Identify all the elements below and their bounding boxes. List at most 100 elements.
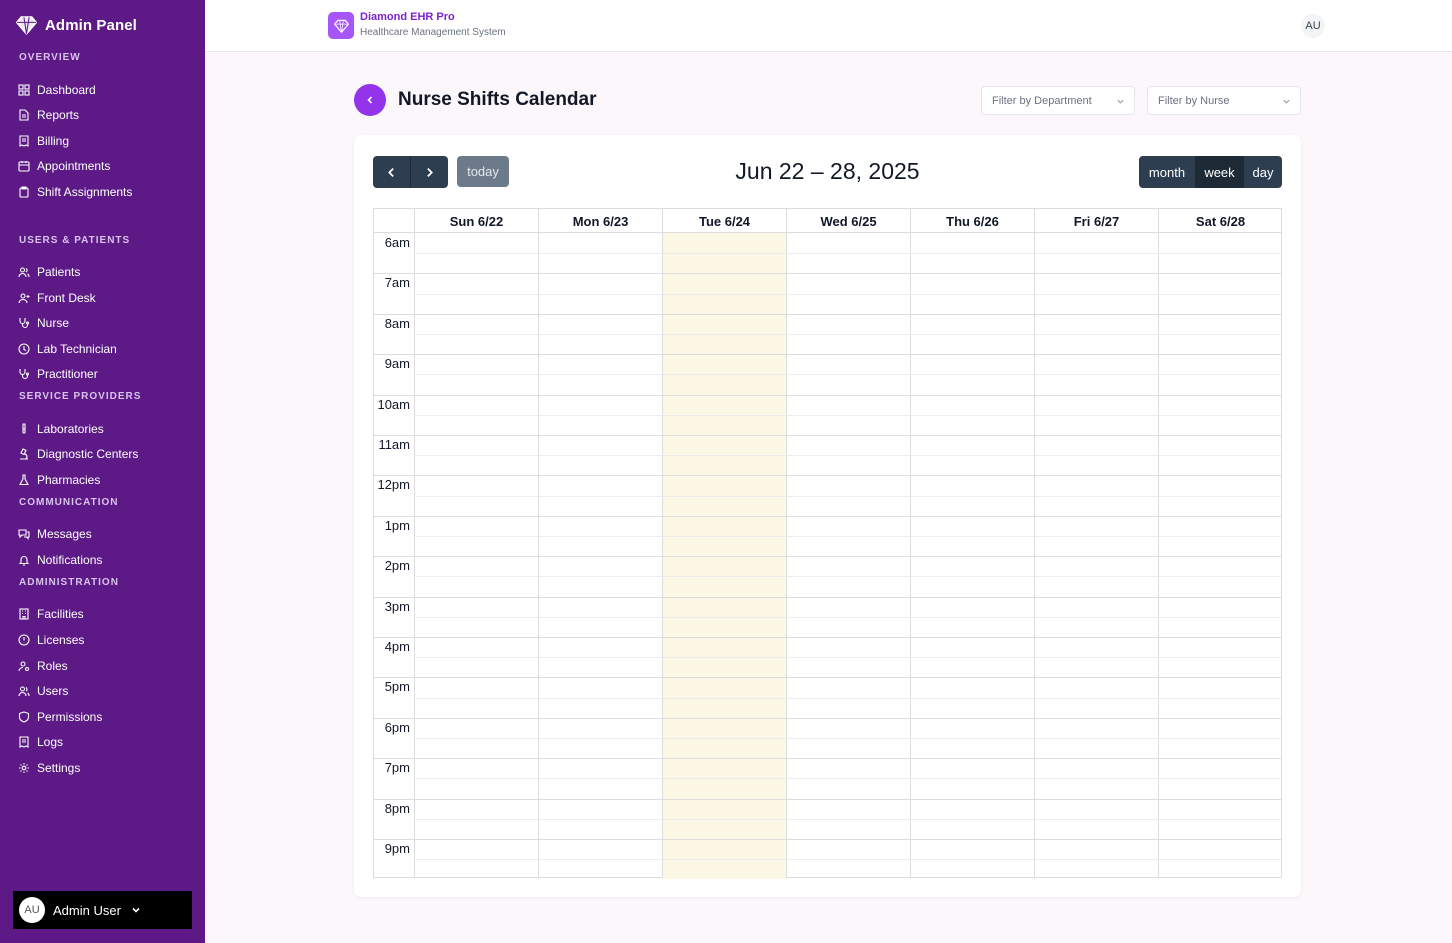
half-hour-divider xyxy=(414,536,1281,537)
sidebar-item-laboratories[interactable]: Laboratories xyxy=(18,419,104,439)
department-filter-select[interactable]: Filter by Department xyxy=(981,86,1135,115)
hour-divider xyxy=(374,637,1281,638)
sidebar-brand[interactable]: Admin Panel xyxy=(16,15,137,35)
sidebar-item-users[interactable]: Users xyxy=(18,681,68,701)
hour-divider xyxy=(374,799,1281,800)
sidebar-item-licenses[interactable]: Licenses xyxy=(18,630,84,650)
hour-divider xyxy=(374,758,1281,759)
sidebar-item-dashboard[interactable]: Dashboard xyxy=(18,80,96,100)
building-icon xyxy=(19,608,29,620)
test-tube-icon xyxy=(22,423,26,434)
section-communication: COMMUNICATION xyxy=(19,497,119,508)
next-week-button[interactable] xyxy=(411,156,448,188)
day-column-header[interactable]: Tue 6/24 xyxy=(662,209,786,233)
month-view-button[interactable]: month xyxy=(1139,156,1195,188)
column-divider xyxy=(910,209,911,877)
day-column-header[interactable]: Thu 6/26 xyxy=(910,209,1034,233)
app-name: Diamond EHR Pro xyxy=(360,11,455,23)
sidebar-item-settings[interactable]: Settings xyxy=(18,758,80,778)
chevron-left-icon xyxy=(367,96,373,104)
column-divider xyxy=(1158,209,1159,877)
calendar-nav-buttons xyxy=(373,156,448,188)
chevron-left-icon xyxy=(388,167,394,177)
day-column-header[interactable]: Wed 6/25 xyxy=(786,209,910,233)
column-divider xyxy=(786,209,787,877)
sidebar-item-pharmacies[interactable]: Pharmacies xyxy=(18,470,100,490)
sidebar-item-lab-technician[interactable]: Lab Technician xyxy=(18,339,117,359)
calendar-icon xyxy=(18,161,30,172)
time-slot-label: 7am xyxy=(384,275,410,290)
half-hour-divider xyxy=(414,819,1281,820)
user-menu-button[interactable]: AU Admin User xyxy=(13,891,192,929)
day-column-header[interactable]: Sun 6/22 xyxy=(414,209,538,233)
diamond-icon xyxy=(16,16,37,35)
time-slot-label: 3pm xyxy=(384,599,410,614)
clock-icon xyxy=(18,343,30,355)
user-name: Admin User xyxy=(53,902,121,918)
sidebar-item-front-desk[interactable]: Front Desk xyxy=(18,288,96,308)
sidebar-item-diagnostic-centers[interactable]: Diagnostic Centers xyxy=(18,444,138,464)
sidebar-item-label: Settings xyxy=(37,761,81,775)
microscope-icon xyxy=(20,448,28,460)
column-divider xyxy=(1034,209,1035,877)
hour-divider xyxy=(374,314,1281,315)
users-icon xyxy=(18,686,30,697)
sidebar-item-practitioner[interactable]: Practitioner xyxy=(18,364,98,384)
sidebar-item-notifications[interactable]: Notifications xyxy=(18,550,102,570)
nurse-filter-placeholder: Filter by Nurse xyxy=(1158,94,1230,107)
calendar-card: today Jun 22 – 28, 2025 month week day S… xyxy=(354,135,1301,897)
prev-week-button[interactable] xyxy=(373,156,411,188)
top-header: Diamond EHR Pro Healthcare Management Sy… xyxy=(205,0,1452,52)
half-hour-divider xyxy=(414,294,1281,295)
sidebar-item-facilities[interactable]: Facilities xyxy=(18,604,84,624)
hour-divider xyxy=(374,475,1281,476)
sidebar-item-permissions[interactable]: Permissions xyxy=(18,707,102,727)
clipboard-icon xyxy=(19,186,29,198)
day-view-button[interactable]: day xyxy=(1244,156,1282,188)
column-divider xyxy=(662,209,663,877)
week-view-button[interactable]: week xyxy=(1195,156,1244,188)
time-slot-label: 6am xyxy=(384,235,410,250)
receipt-icon xyxy=(19,736,29,748)
hour-divider xyxy=(374,395,1281,396)
hour-divider xyxy=(374,556,1281,557)
half-hour-divider xyxy=(414,415,1281,416)
half-hour-divider xyxy=(414,455,1281,456)
department-filter-placeholder: Filter by Department xyxy=(992,94,1092,107)
half-hour-divider xyxy=(414,334,1281,335)
app-logo xyxy=(328,12,354,39)
day-column-header[interactable]: Fri 6/27 xyxy=(1034,209,1158,233)
time-slot-label: 11am xyxy=(378,437,410,452)
sidebar-item-patients[interactable]: Patients xyxy=(18,262,80,282)
day-column-header[interactable]: Mon 6/23 xyxy=(538,209,662,233)
sidebar-item-appointments[interactable]: Appointments xyxy=(18,156,110,176)
nurse-filter-select[interactable]: Filter by Nurse xyxy=(1147,86,1301,115)
time-slot-label: 9am xyxy=(384,356,410,371)
section-users-patients: USERS & PATIENTS xyxy=(19,235,131,246)
hour-divider xyxy=(374,839,1281,840)
time-slot-label: 6pm xyxy=(384,720,410,735)
hour-divider xyxy=(374,354,1281,355)
sidebar-item-label: Lab Technician xyxy=(37,342,117,356)
half-hour-divider xyxy=(414,698,1281,699)
chevron-down-icon xyxy=(1117,99,1124,104)
sidebar-item-shift-assignments[interactable]: Shift Assignments xyxy=(18,182,132,202)
sidebar-item-nurse[interactable]: Nurse xyxy=(18,313,69,333)
view-switcher: month week day xyxy=(1139,156,1282,188)
sidebar-item-billing[interactable]: Billing xyxy=(18,131,69,151)
sidebar-item-reports[interactable]: Reports xyxy=(18,105,79,125)
section-service-providers: SERVICE PROVIDERS xyxy=(19,391,142,402)
sidebar-item-messages[interactable]: Messages xyxy=(18,524,92,544)
bell-icon xyxy=(18,556,30,566)
header-divider xyxy=(374,232,1281,233)
today-button[interactable]: today xyxy=(457,156,509,187)
sidebar-item-roles[interactable]: Roles xyxy=(18,656,68,676)
info-circle-icon xyxy=(18,634,30,646)
header-avatar[interactable]: AU xyxy=(1301,14,1325,38)
avatar: AU xyxy=(19,897,45,923)
hour-divider xyxy=(374,677,1281,678)
back-button[interactable] xyxy=(354,84,386,116)
sidebar-item-logs[interactable]: Logs xyxy=(18,732,63,752)
day-column-header[interactable]: Sat 6/28 xyxy=(1158,209,1282,233)
sidebar-title: Admin Panel xyxy=(45,16,137,34)
